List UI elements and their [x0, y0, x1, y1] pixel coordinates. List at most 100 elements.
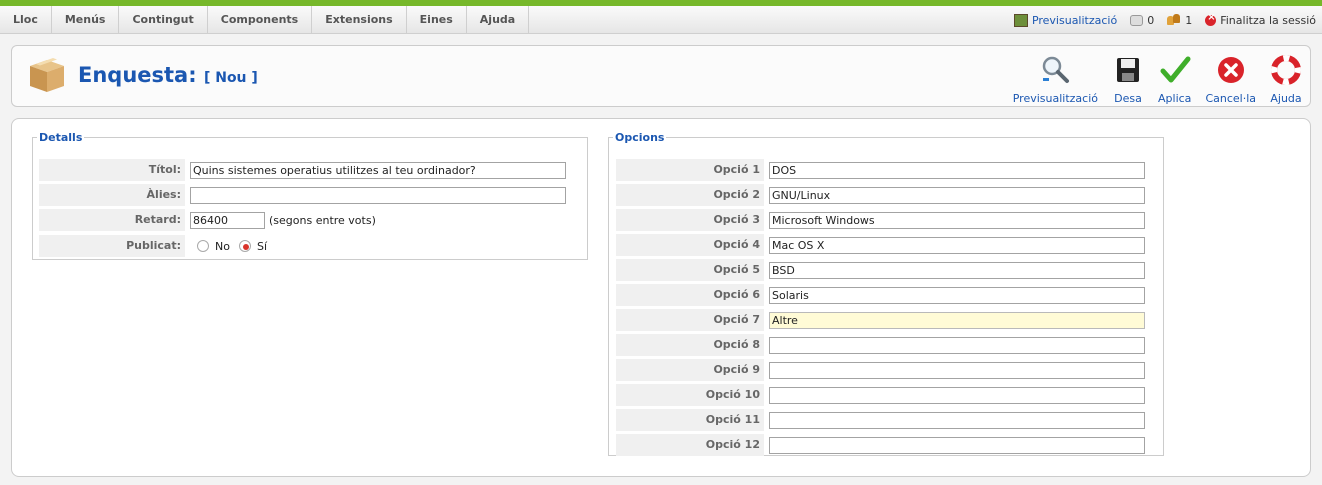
- status-area: Previsualització 0 1 Finalitza la sessió: [1013, 6, 1316, 34]
- status-messages[interactable]: 0: [1130, 14, 1154, 27]
- toolbar-box: Enquesta: [ Nou ] Previsualització Desa …: [11, 45, 1311, 107]
- users-icon: [1167, 14, 1181, 26]
- option-label: Opció 10: [616, 384, 764, 406]
- messages-count: 0: [1147, 13, 1155, 27]
- option-label: Opció 1: [616, 159, 764, 181]
- option-label: Opció 3: [616, 209, 764, 231]
- magnifier-icon: [1043, 56, 1070, 83]
- status-preview-link[interactable]: Previsualització: [1013, 13, 1117, 27]
- option-input[interactable]: Mac OS X: [769, 236, 1145, 254]
- menu-item-menus[interactable]: Menús: [52, 6, 120, 34]
- option-input[interactable]: BSD: [769, 261, 1145, 279]
- option-row: Opció 2 GNU/Linux: [616, 183, 1145, 207]
- options-fieldset: Opcions Opció 1 DOS Opció 2 GNU/Linux Op…: [608, 131, 1164, 456]
- floppy-disk-icon: [1117, 58, 1140, 82]
- option-row: Opció 4 Mac OS X: [616, 233, 1145, 257]
- poll-box-icon: [30, 58, 64, 92]
- status-users[interactable]: 1: [1167, 14, 1192, 27]
- option-label: Opció 6: [616, 284, 764, 306]
- option-input[interactable]: Microsoft Windows: [769, 211, 1145, 229]
- published-label: Publicat:: [39, 235, 185, 257]
- logout-icon: [1205, 12, 1217, 26]
- option-input[interactable]: DOS: [769, 161, 1145, 179]
- lag-hint: (segons entre vots): [269, 213, 376, 227]
- toolbar-buttons: Previsualització Desa Aplica Cancel·la A…: [999, 54, 1302, 105]
- lifebuoy-icon: [1271, 55, 1301, 85]
- published-row: Publicat: No Sí: [39, 234, 276, 258]
- checkmark-icon: [1160, 56, 1191, 83]
- cancel-icon: [1217, 57, 1244, 83]
- published-no-label[interactable]: No: [215, 240, 230, 253]
- option-row: Opció 11: [616, 408, 1145, 432]
- page-title: Enquesta: [ Nou ]: [78, 63, 258, 87]
- option-input[interactable]: [769, 386, 1145, 404]
- option-row: Opció 9: [616, 358, 1145, 382]
- cancel-button-label: Cancel·la: [1205, 92, 1256, 105]
- option-label: Opció 9: [616, 359, 764, 381]
- published-yes-radio[interactable]: [238, 240, 251, 252]
- option-input[interactable]: [769, 336, 1145, 354]
- option-row: Opció 6 Solaris: [616, 283, 1145, 307]
- option-row: Opció 3 Microsoft Windows: [616, 208, 1145, 232]
- menu-item-site[interactable]: Lloc: [0, 6, 52, 34]
- main-menu: Lloc Menús Contingut Components Extensio…: [0, 6, 530, 34]
- alias-input[interactable]: [190, 186, 566, 204]
- apply-button-label: Aplica: [1158, 92, 1192, 105]
- edit-panel: Detalls Títol: Quins sistemes operatius …: [11, 118, 1311, 477]
- option-input[interactable]: [769, 411, 1145, 429]
- preview-site-icon: [1013, 13, 1028, 27]
- users-count: 1: [1185, 13, 1193, 27]
- option-label: Opció 8: [616, 334, 764, 356]
- option-row: Opció 8: [616, 333, 1145, 357]
- save-button-label: Desa: [1114, 92, 1142, 105]
- page-subtitle: [ Nou ]: [203, 70, 258, 86]
- published-yes-label[interactable]: Sí: [257, 240, 267, 253]
- option-row: Opció 1 DOS: [616, 158, 1145, 182]
- help-button[interactable]: Ajuda: [1270, 54, 1302, 105]
- lag-input[interactable]: 86400: [190, 211, 265, 229]
- option-input-focused[interactable]: Altre: [769, 311, 1145, 329]
- option-row: Opció 5 BSD: [616, 258, 1145, 282]
- lag-label: Retard:: [39, 209, 185, 231]
- option-label: Opció 12: [616, 434, 764, 456]
- apply-button[interactable]: Aplica: [1158, 54, 1191, 105]
- option-label: Opció 2: [616, 184, 764, 206]
- status-logout[interactable]: Finalitza la sessió: [1205, 12, 1316, 27]
- option-input[interactable]: [769, 361, 1145, 379]
- option-input[interactable]: [769, 436, 1145, 454]
- details-fieldset: Detalls Títol: Quins sistemes operatius …: [32, 131, 588, 260]
- cancel-button[interactable]: Cancel·la: [1205, 54, 1256, 105]
- details-legend: Detalls: [39, 131, 83, 144]
- status-preview-label[interactable]: Previsualització: [1032, 14, 1117, 27]
- preview-button[interactable]: Previsualització: [1013, 54, 1098, 105]
- admin-menubar: Lloc Menús Contingut Components Extensio…: [0, 6, 1322, 34]
- alias-label: Àlies:: [39, 184, 185, 206]
- title-input[interactable]: Quins sistemes operatius utilitzes al te…: [190, 161, 566, 179]
- page-title-text: Enquesta:: [78, 63, 197, 87]
- options-legend: Opcions: [615, 131, 665, 144]
- messages-icon: [1130, 14, 1144, 26]
- option-label: Opció 7: [616, 309, 764, 331]
- option-label: Opció 5: [616, 259, 764, 281]
- menu-item-help[interactable]: Ajuda: [467, 6, 530, 34]
- menu-item-tools[interactable]: Eines: [407, 6, 467, 34]
- help-button-label: Ajuda: [1270, 92, 1302, 105]
- preview-button-label: Previsualització: [1012, 92, 1099, 105]
- save-button[interactable]: Desa: [1112, 54, 1144, 105]
- alias-row: Àlies:: [39, 183, 566, 207]
- lag-row: Retard: 86400 (segons entre vots): [39, 208, 376, 232]
- published-no-radio[interactable]: [197, 240, 209, 252]
- menu-item-content[interactable]: Contingut: [119, 6, 208, 34]
- option-label: Opció 4: [616, 234, 764, 256]
- menu-item-extensions[interactable]: Extensions: [312, 6, 407, 34]
- option-row: Opció 7 Altre: [616, 308, 1145, 332]
- option-row: Opció 10: [616, 383, 1145, 407]
- option-input[interactable]: GNU/Linux: [769, 186, 1145, 204]
- option-label: Opció 11: [616, 409, 764, 431]
- option-row: Opció 12: [616, 433, 1145, 457]
- title-row: Títol: Quins sistemes operatius utilitze…: [39, 158, 566, 182]
- menu-item-components[interactable]: Components: [208, 6, 313, 34]
- title-label: Títol:: [39, 159, 185, 181]
- option-input[interactable]: Solaris: [769, 286, 1145, 304]
- logout-label[interactable]: Finalitza la sessió: [1220, 14, 1316, 27]
